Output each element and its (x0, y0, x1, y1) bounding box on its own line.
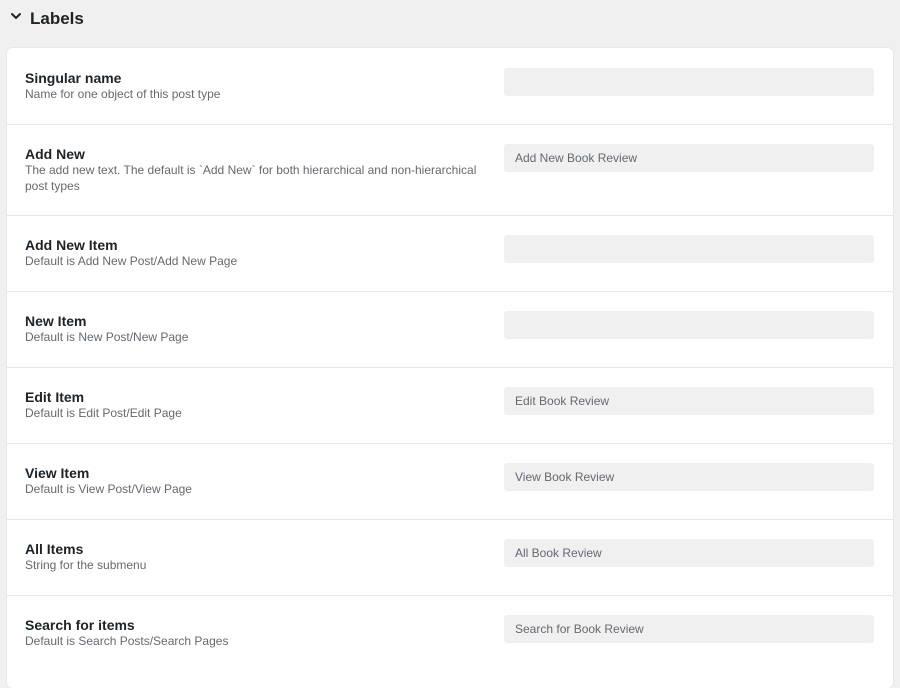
field-label: Edit Item (25, 389, 85, 405)
field-description: Default is Add New Post/Add New Page (25, 254, 238, 268)
search-items-input[interactable] (504, 615, 874, 643)
field-label: Add New Item (25, 237, 118, 253)
view-item-input[interactable] (504, 463, 874, 491)
field-row-new-item: New Item Default is New Post/New Page (7, 292, 893, 368)
chevron-down-icon[interactable] (9, 9, 23, 23)
field-label: Singular name (25, 70, 122, 86)
labels-section-header[interactable]: Labels (0, 0, 900, 40)
edit-item-input[interactable] (504, 387, 874, 415)
add-new-input[interactable] (504, 144, 874, 172)
field-row-view-item: View Item Default is View Post/View Page (7, 444, 893, 520)
field-label: View Item (25, 465, 90, 481)
add-new-item-input[interactable] (504, 235, 874, 263)
section-title: Labels (30, 9, 84, 28)
field-description: String for the submenu (25, 558, 147, 572)
field-label: Add New (25, 146, 85, 162)
field-description: Default is Edit Post/Edit Page (25, 406, 182, 420)
field-row-edit-item: Edit Item Default is Edit Post/Edit Page (7, 368, 893, 444)
field-label: All Items (25, 541, 84, 557)
field-row-add-new: Add New The add new text. The default is… (7, 125, 893, 216)
field-row-search-items: Search for items Default is Search Posts… (7, 596, 893, 688)
new-item-input[interactable] (504, 311, 874, 339)
field-description: The add new text. The default is `Add Ne… (25, 163, 477, 193)
singular-name-input[interactable] (504, 68, 874, 96)
field-description: Default is New Post/New Page (25, 330, 189, 344)
field-description: Name for one object of this post type (25, 87, 221, 101)
field-row-singular-name: Singular name Name for one object of thi… (7, 48, 893, 125)
field-label: Search for items (25, 617, 135, 633)
field-description: Default is View Post/View Page (25, 482, 192, 496)
all-items-input[interactable] (504, 539, 874, 567)
field-label: New Item (25, 313, 87, 329)
field-row-add-new-item: Add New Item Default is Add New Post/Add… (7, 216, 893, 292)
labels-panel: Singular name Name for one object of thi… (7, 48, 893, 688)
field-description: Default is Search Posts/Search Pages (25, 634, 229, 648)
field-row-all-items: All Items String for the submenu (7, 520, 893, 596)
